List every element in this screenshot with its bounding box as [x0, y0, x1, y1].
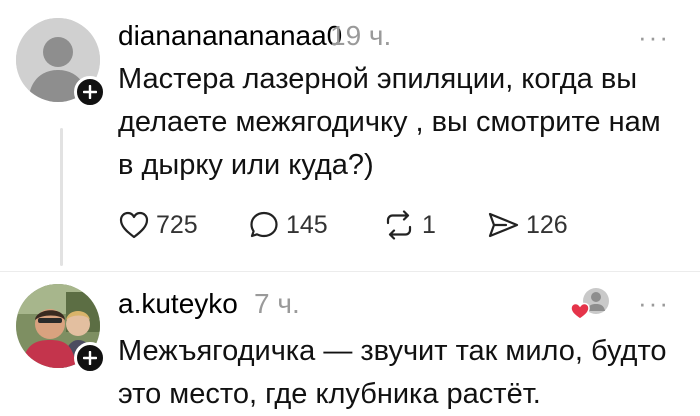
thread-line: [60, 128, 63, 266]
post-text: Мастера лазерной эпиляции, когда вы дела…: [118, 63, 661, 181]
share-button[interactable]: 126: [486, 210, 568, 240]
send-icon: [488, 212, 519, 238]
repost-count: 1: [422, 210, 436, 239]
username[interactable]: a.kuteyko: [118, 288, 238, 320]
follow-plus-icon[interactable]: [74, 342, 106, 374]
timestamp[interactable]: 19 ч.: [330, 20, 391, 52]
reply-button[interactable]: 145: [248, 210, 328, 240]
username[interactable]: dianananananaa0: [118, 20, 342, 52]
like-count: 725: [156, 210, 198, 239]
reply-count: 145: [286, 210, 328, 239]
repost-icon: [386, 210, 412, 240]
heart-icon: [119, 211, 149, 239]
repost-button[interactable]: 1: [382, 210, 436, 240]
share-count: 126: [526, 210, 568, 239]
liked-by-author-icon: [570, 286, 612, 322]
more-options-icon[interactable]: ···: [638, 22, 670, 53]
comment-bubble-icon: [250, 211, 278, 238]
post-1: dianananananaa0 19 ч. ··· Мастера лазерн…: [0, 0, 700, 270]
like-button[interactable]: 725: [118, 210, 198, 240]
post-2: a.kuteyko 7 ч. ··· Межъягодичка — звучит…: [0, 272, 700, 410]
timestamp[interactable]: 7 ч.: [254, 288, 300, 320]
post-text: Межъягодичка — звучит так мило, будто эт…: [118, 335, 667, 410]
follow-plus-icon[interactable]: [74, 76, 106, 108]
author-avatar-wrap[interactable]: [16, 18, 106, 108]
author-avatar-wrap[interactable]: [16, 284, 106, 374]
more-options-icon[interactable]: ···: [638, 288, 670, 319]
